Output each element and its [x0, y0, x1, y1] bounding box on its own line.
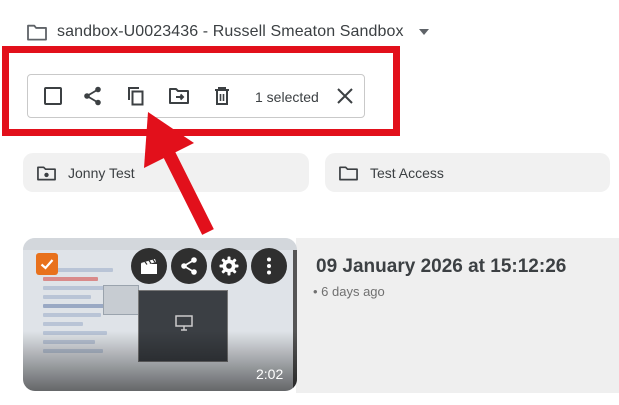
- more-vert-icon: [267, 257, 271, 275]
- folder-card-jonny-test[interactable]: Jonny Test: [23, 153, 309, 192]
- folder-name: Jonny Test: [68, 164, 135, 181]
- video-select-checkbox[interactable]: [36, 253, 58, 275]
- more-options-button[interactable]: [251, 248, 287, 284]
- video-title[interactable]: 09 January 2026 at 15:12:26: [316, 256, 566, 278]
- shared-folder-icon: [37, 165, 56, 181]
- folder-icon: [27, 24, 47, 41]
- video-settings-button[interactable]: [211, 248, 247, 284]
- folder-title: sandbox-U0023436 - Russell Smeaton Sandb…: [57, 23, 404, 40]
- edit-video-button[interactable]: [131, 248, 167, 284]
- folder-icon: [339, 165, 358, 181]
- share-icon: [181, 257, 197, 275]
- video-age: • 6 days ago: [313, 284, 385, 299]
- folder-name: Test Access: [370, 164, 444, 181]
- highlight-box: [2, 46, 400, 136]
- folder-card-test-access[interactable]: Test Access: [325, 153, 610, 192]
- gear-icon: [219, 256, 239, 276]
- share-video-button[interactable]: [171, 248, 207, 284]
- video-duration: 2:02: [256, 366, 284, 382]
- checkmark-icon: [40, 259, 54, 270]
- chevron-down-icon[interactable]: [417, 25, 431, 39]
- clapperboard-edit-icon: [141, 259, 157, 274]
- folder-header[interactable]: sandbox-U0023436 - Russell Smeaton Sandb…: [26, 18, 404, 46]
